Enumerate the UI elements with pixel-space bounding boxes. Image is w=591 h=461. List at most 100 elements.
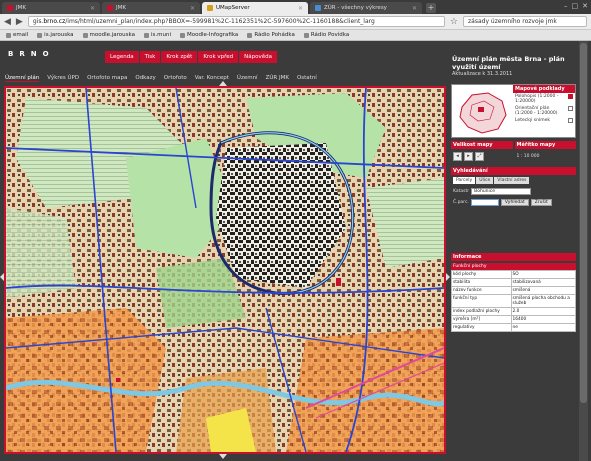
minimize-icon[interactable]: –: [564, 2, 568, 10]
info-value: SO: [510, 270, 577, 279]
pan-right-arrow-icon[interactable]: [446, 273, 450, 281]
star-icon[interactable]: ☆: [450, 17, 458, 27]
search-input[interactable]: zásady územního rozvoje jmk: [463, 16, 587, 27]
layer-label: Orientační plán (1:2000 - 1:20000): [515, 106, 558, 116]
info-body: Funkční plochy kód plochy SO stabilita sta…: [451, 263, 577, 332]
table-row: index podlažní plochy 2.0: [451, 307, 577, 316]
bookmark[interactable]: Moodle-Infografika: [179, 32, 238, 38]
layer-checkbox[interactable]: [568, 94, 573, 99]
tab-parcels[interactable]: Parcely: [453, 177, 476, 184]
info-key: kód plochy: [451, 270, 512, 279]
info-key: regulativy: [451, 323, 512, 332]
close-tab-icon[interactable]: ✕: [190, 5, 195, 12]
update-date: Aktualizace k 31.3.2011: [452, 71, 513, 77]
layer-label: Letecký snímek: [515, 118, 550, 123]
enlarge-map-icon[interactable]: ▸: [464, 151, 473, 161]
map-canvas[interactable]: [6, 88, 444, 452]
bookmark-icon: [179, 32, 185, 38]
info-key: stabilita: [451, 278, 512, 287]
table-row: výměra [m²] 16400: [451, 315, 577, 324]
info-value: ne: [510, 323, 577, 332]
nav-forward[interactable]: Krok vpřed: [198, 51, 239, 63]
scrollbar-thumb[interactable]: [580, 43, 587, 403]
scale-value[interactable]: 1 : 10 000: [517, 154, 540, 159]
bookmark-label: email: [13, 32, 29, 38]
nav-help[interactable]: Nápověda: [239, 51, 277, 63]
reset-button[interactable]: Zrušit: [530, 199, 552, 206]
pan-down-arrow-icon[interactable]: [219, 454, 227, 459]
subnav-item[interactable]: Ortofoto: [164, 75, 187, 82]
sub-nav: Územní plán Výkres ÚPD Ortofoto mapa Odk…: [5, 75, 317, 82]
nav-back[interactable]: Krok zpět: [161, 51, 198, 63]
bookmark[interactable]: Rádio Povídka: [303, 32, 350, 38]
new-tab-button[interactable]: +: [426, 3, 436, 13]
bookmark[interactable]: moodle.jarouska: [82, 32, 135, 38]
find-button[interactable]: Vyhledat: [500, 199, 529, 206]
overview-map[interactable]: [454, 87, 512, 137]
parcel-label: Č.parc.: [453, 200, 469, 205]
map-size-title: Velikost mapy: [451, 141, 513, 149]
subnav-item[interactable]: Územní: [237, 75, 258, 82]
page-scrollbar[interactable]: [579, 41, 588, 461]
layer-row[interactable]: Polohopis (1:2000 - 1:20000): [513, 93, 575, 105]
bookmark[interactable]: is.jarouska: [37, 32, 74, 38]
shrink-map-icon[interactable]: ◂: [453, 151, 462, 161]
bookmark-icon: [303, 32, 309, 38]
subnav-item[interactable]: ZÚR JMK: [266, 75, 289, 82]
url-host: brno.cz: [43, 18, 66, 25]
favicon-icon: [7, 5, 13, 11]
layer-row[interactable]: Letecký snímek: [513, 117, 575, 124]
search-title: Vyhledávání: [451, 167, 576, 175]
map-size-buttons: ◂ ▸ ⤢: [451, 149, 513, 163]
address-input[interactable]: gis.brno.cz/ims/html/uzemni_plan/index.p…: [27, 16, 445, 27]
favicon-icon: [107, 5, 113, 11]
katastr-select[interactable]: Bohunice: [471, 188, 532, 195]
close-tab-icon[interactable]: ✕: [412, 5, 417, 12]
tab-streets[interactable]: Ulice: [476, 177, 494, 184]
subnav-item[interactable]: Územní plán: [5, 75, 40, 82]
nav-legend[interactable]: Legenda: [105, 51, 139, 63]
browser-tab[interactable]: JMK ✕: [102, 2, 200, 14]
close-tab-icon[interactable]: ✕: [298, 5, 303, 12]
info-key: název funkce: [451, 286, 512, 295]
page-title: Územní plán města Brna - plán využití úz…: [452, 55, 565, 71]
subnav-item[interactable]: Ostatní: [297, 75, 317, 82]
browser-tab-active[interactable]: UMapServer ✕: [202, 2, 308, 14]
map-scale-title: Měřítko mapy: [514, 141, 576, 149]
layer-row[interactable]: Orientační plán (1:2000 - 1:20000): [513, 105, 575, 117]
bookmark-label: is.jarouska: [44, 32, 74, 38]
brno-logo: BRNO: [8, 50, 55, 58]
back-arrow-icon[interactable]: ◀: [4, 17, 11, 27]
page: BRNO Legenda Tisk Krok zpět Krok vpřed N…: [0, 41, 591, 461]
subnav-item[interactable]: Výkres ÚPD: [47, 75, 79, 82]
layer-checkbox[interactable]: [568, 118, 573, 123]
map-scale-box: Měřítko mapy 1 : 10 000: [514, 141, 576, 165]
browser-tab[interactable]: JMK ✕: [2, 2, 100, 14]
browser-tab[interactable]: ZÚR - všechny výkresy ✕: [310, 2, 422, 14]
fullscreen-icon[interactable]: ⤢: [475, 151, 484, 161]
nav-print[interactable]: Tisk: [139, 51, 161, 63]
bookmark[interactable]: is.muni: [143, 32, 171, 38]
close-tab-icon[interactable]: ✕: [90, 5, 95, 12]
layer-checkbox[interactable]: [568, 106, 573, 111]
tab-label: ZÚR - všechny výkresy: [324, 5, 387, 11]
overview-panel: Mapové podklady Polohopis (1:2000 - 1:20…: [451, 84, 576, 138]
bookmark[interactable]: email: [6, 32, 28, 38]
forward-arrow-icon[interactable]: ▶: [16, 17, 23, 27]
parcel-row: Č.parc. Vyhledat Zrušit: [451, 197, 576, 208]
url-path: /ims/html/uzemni_plan/index.php?BBOX=-59…: [65, 18, 375, 25]
tab-label: JMK: [16, 5, 26, 11]
maximize-icon[interactable]: □: [572, 2, 579, 10]
info-value: smíšená plocha obchodu a služeb: [510, 294, 577, 308]
map-scale-body: 1 : 10 000: [514, 149, 576, 163]
info-title: Informace: [451, 253, 576, 261]
map-image: [6, 88, 444, 452]
subnav-item[interactable]: Odkazy: [135, 75, 155, 82]
bookmark-icon: [247, 32, 253, 38]
close-window-icon[interactable]: ✕: [582, 2, 588, 10]
bookmark[interactable]: Rádio Pohádka: [247, 32, 295, 38]
parcel-number-input[interactable]: [470, 199, 499, 206]
subnav-item[interactable]: Ortofoto mapa: [87, 75, 127, 82]
bookmark-label: Rádio Povídka: [310, 32, 350, 38]
tab-custom-address[interactable]: Vlastní adres: [494, 177, 530, 184]
